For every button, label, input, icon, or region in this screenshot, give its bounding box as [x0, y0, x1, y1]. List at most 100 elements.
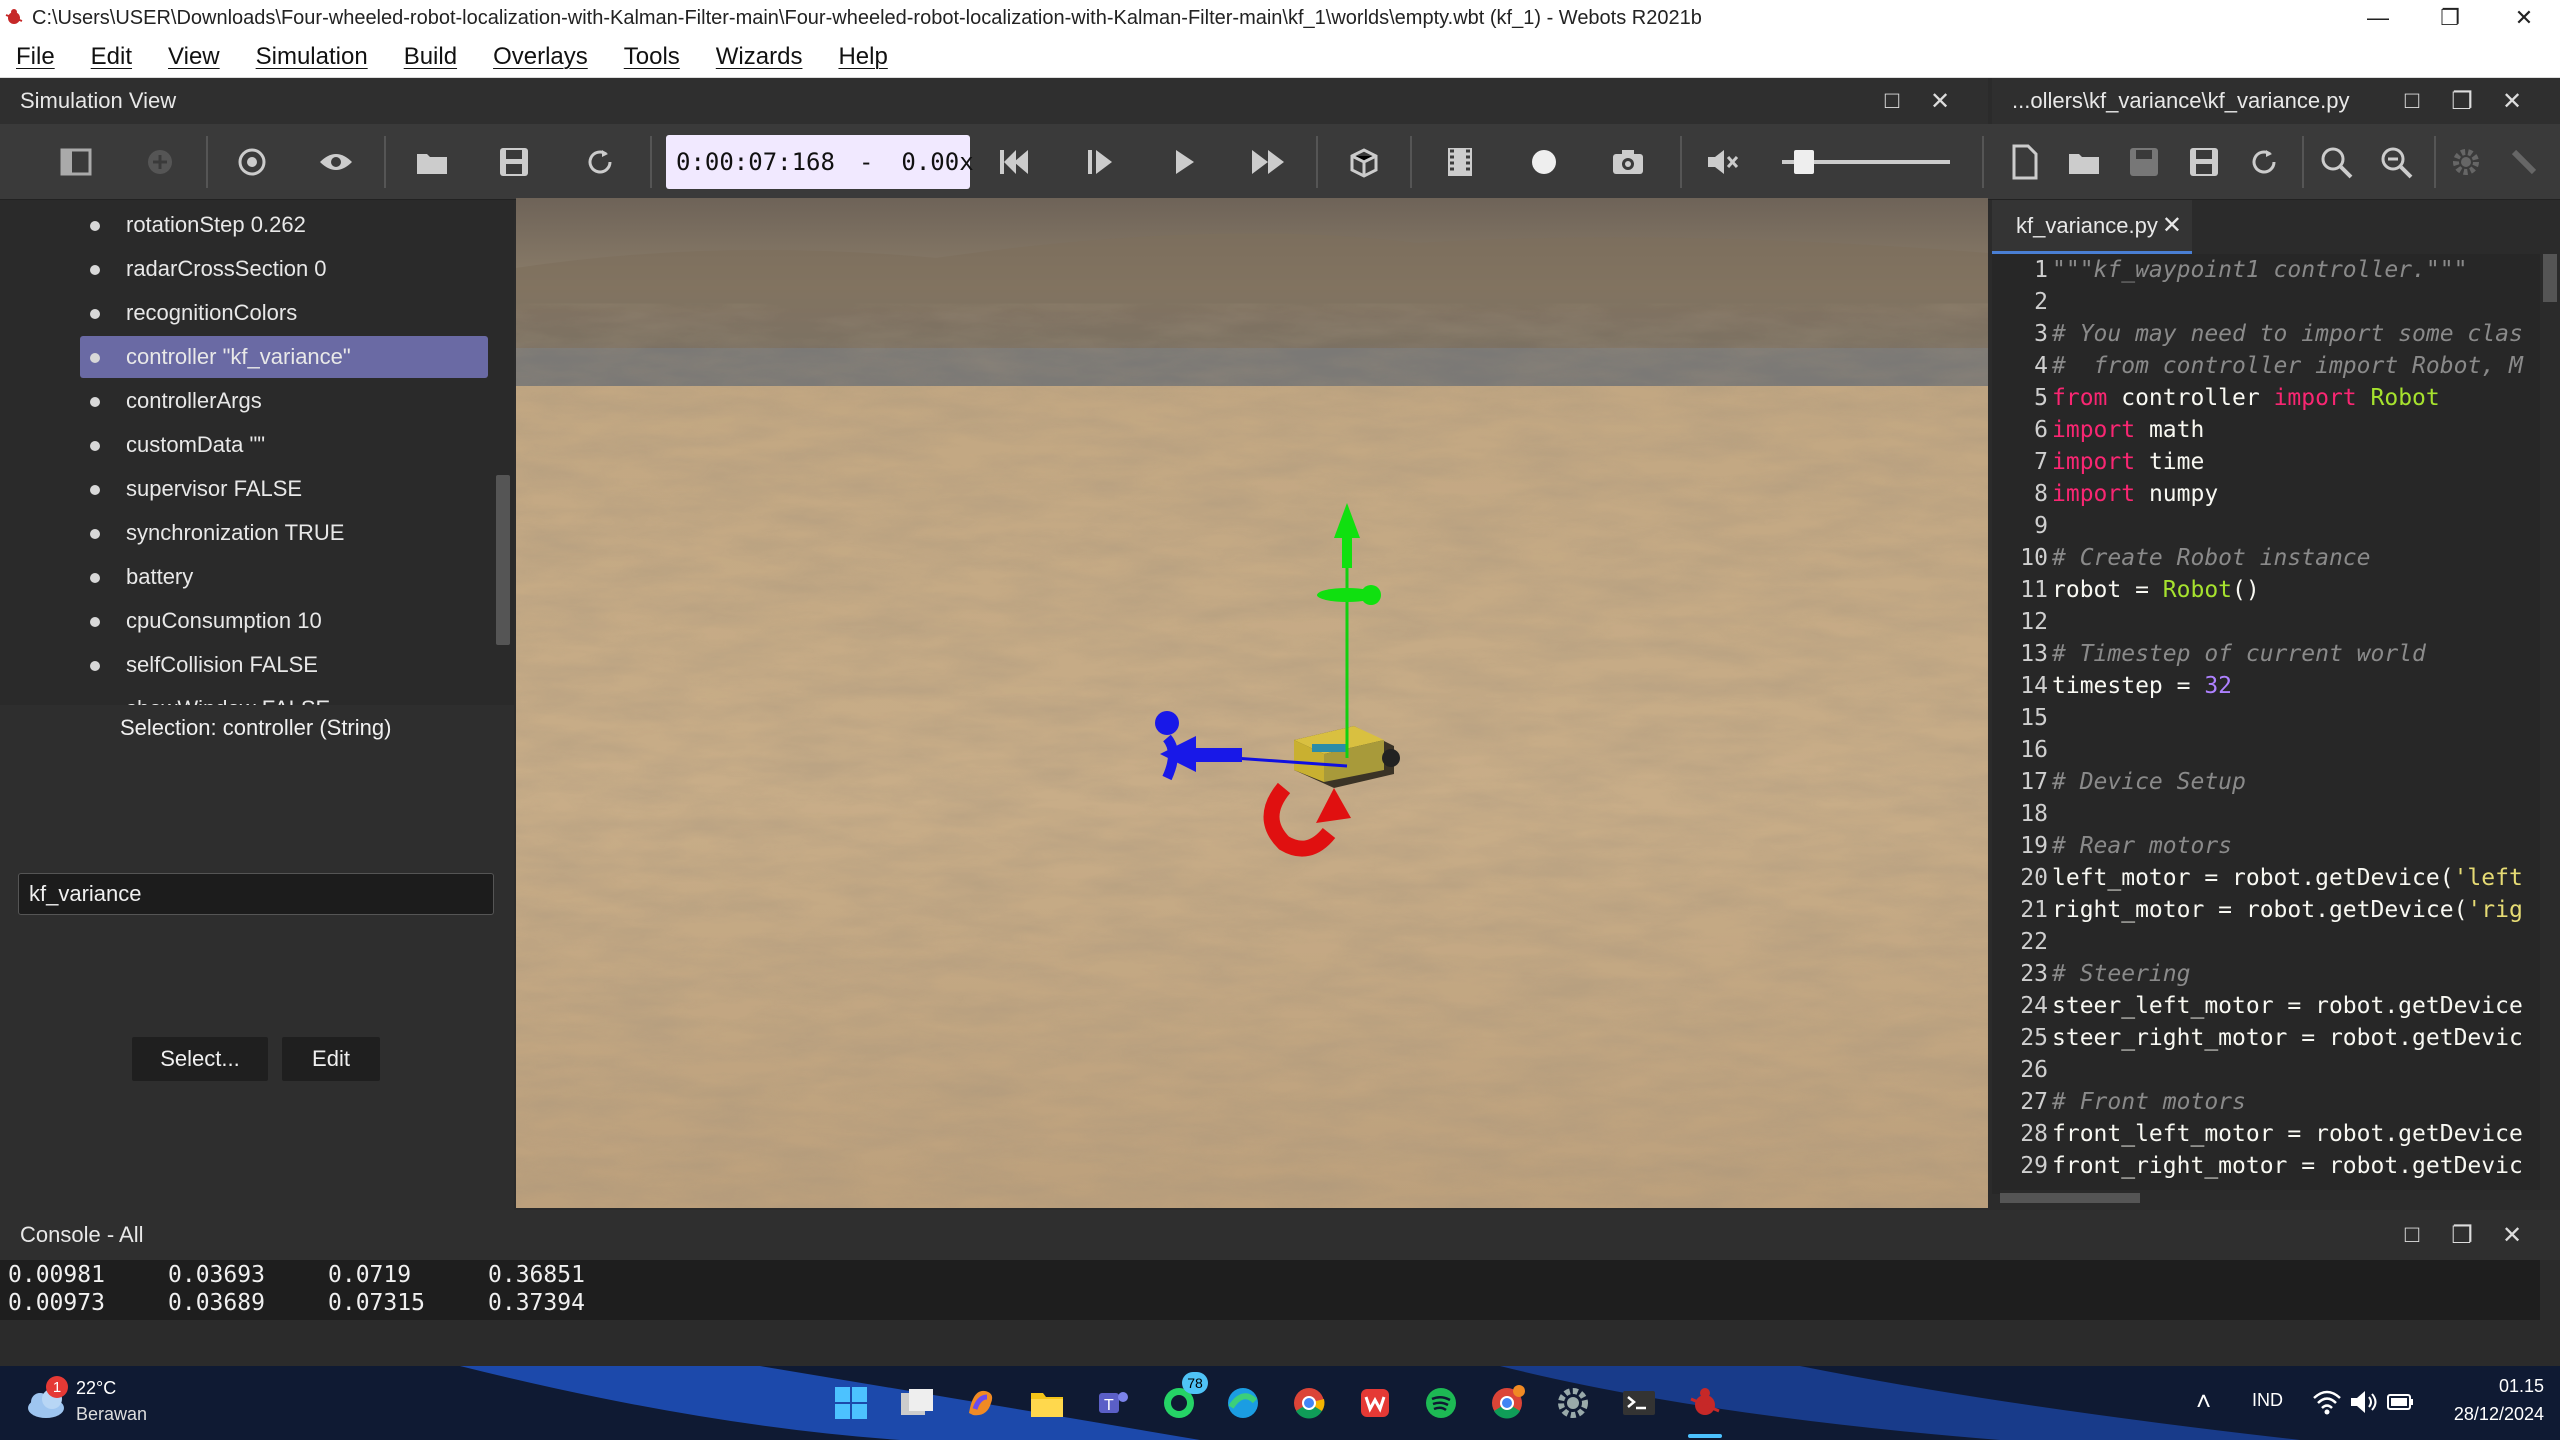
task-view-icon[interactable]: [894, 1380, 940, 1426]
chrome-icon[interactable]: [1286, 1380, 1332, 1426]
new-file-icon[interactable]: [2000, 138, 2048, 186]
float-editor-icon[interactable]: ❐: [2442, 78, 2482, 124]
select-button[interactable]: Select...: [132, 1037, 268, 1081]
save-file-icon[interactable]: [2120, 138, 2168, 186]
menu-edit[interactable]: Edit: [91, 43, 132, 71]
maximize-editor-icon[interactable]: □: [2392, 78, 2432, 124]
wifi-icon[interactable]: [2312, 1388, 2342, 1421]
whatsapp-icon[interactable]: 78: [1156, 1372, 1208, 1426]
chrome-profile-icon[interactable]: [1484, 1380, 1530, 1426]
minimize-button[interactable]: —: [2342, 0, 2414, 36]
scene-tree-item[interactable]: cpuConsumption 10: [80, 600, 488, 642]
code-area[interactable]: 1 """kf_waypoint1 controller.""" 2 3 # You m…: [1992, 254, 2540, 1194]
float-console-icon[interactable]: ❐: [2442, 1210, 2482, 1260]
console-output[interactable]: 0.00981 0.03693 0.0719 0.36851 0.00973 0.0368…: [0, 1260, 2540, 1320]
menu-view[interactable]: View: [168, 43, 220, 71]
close-editor-icon[interactable]: ✕: [2492, 78, 2532, 124]
tree-bullet-icon: [90, 573, 100, 583]
scene-tree-item[interactable]: showWindow FALSE: [80, 688, 488, 705]
teams-icon[interactable]: T: [1090, 1380, 1136, 1426]
edge-icon[interactable]: [1220, 1380, 1266, 1426]
render-toggle-icon[interactable]: [1340, 138, 1388, 186]
start-windows-icon[interactable]: [828, 1380, 874, 1426]
settings-gear-icon[interactable]: [1550, 1380, 1596, 1426]
tab-kf-variance[interactable]: kf_variance.py ✕: [1992, 200, 2192, 254]
menu-wizards[interactable]: Wizards: [716, 43, 803, 71]
scene-tree-item[interactable]: rotationStep 0.262: [80, 204, 488, 246]
scene-tree-item[interactable]: battery: [80, 556, 488, 598]
code-vertical-scrollbar[interactable]: [2540, 254, 2560, 1194]
webots-taskbar-icon[interactable]: [1682, 1380, 1728, 1426]
language-indicator[interactable]: IND: [2252, 1390, 2283, 1411]
code-scroll-thumb[interactable]: [2543, 254, 2557, 302]
clean-broom-icon[interactable]: [2500, 138, 2548, 186]
find-icon[interactable]: [2312, 138, 2360, 186]
scene-tree-item[interactable]: controllerArgs: [80, 380, 488, 422]
menu-build[interactable]: Build: [404, 43, 457, 71]
code-line: 3 # You may need to import some clas: [1992, 318, 2523, 350]
menu-help[interactable]: Help: [838, 43, 887, 71]
controller-field-input[interactable]: [18, 873, 494, 915]
scene-tree-scrollbar[interactable]: [494, 200, 512, 705]
volume-slider-handle[interactable]: [1794, 150, 1814, 174]
open-world-icon[interactable]: [408, 138, 456, 186]
scene-tree-scroll-thumb[interactable]: [496, 475, 510, 645]
maximize-console-icon[interactable]: □: [2392, 1210, 2432, 1260]
mute-sound-icon[interactable]: [1698, 138, 1746, 186]
follow-object-icon[interactable]: [228, 138, 276, 186]
spotify-icon[interactable]: [1418, 1380, 1464, 1426]
record-animation-icon[interactable]: [1520, 138, 1568, 186]
scene-tree-item[interactable]: selfCollision FALSE: [80, 644, 488, 686]
build-gear-icon[interactable]: [2442, 138, 2490, 186]
edit-button[interactable]: Edit: [282, 1037, 380, 1081]
reload-world-icon[interactable]: [576, 138, 624, 186]
restore-button[interactable]: ❐: [2414, 0, 2486, 36]
clock-time[interactable]: 01.15: [2460, 1376, 2544, 1397]
add-node-icon[interactable]: [136, 138, 184, 186]
menu-simulation[interactable]: Simulation: [256, 43, 368, 71]
close-tab-icon[interactable]: ✕: [2162, 211, 2182, 240]
clock-date[interactable]: 28/12/2024: [2420, 1404, 2544, 1425]
menu-file[interactable]: File: [16, 43, 55, 71]
weather-cloud-icon[interactable]: 1: [24, 1376, 70, 1422]
toggle-scene-tree-icon[interactable]: [52, 138, 100, 186]
3d-viewport[interactable]: [516, 198, 1988, 1208]
copilot-icon[interactable]: [958, 1380, 1004, 1426]
terminal-icon[interactable]: [1616, 1380, 1662, 1426]
scene-tree-item[interactable]: recognitionColors: [80, 292, 488, 334]
volume-icon[interactable]: [2348, 1388, 2378, 1421]
scene-tree-item[interactable]: customData "": [80, 424, 488, 466]
console-scrollbar[interactable]: [2540, 1260, 2560, 1320]
scene-tree-item[interactable]: synchronization TRUE: [80, 512, 488, 554]
code-hscroll-thumb[interactable]: [2000, 1193, 2140, 1203]
scene-tree-item[interactable]: supervisor FALSE: [80, 468, 488, 510]
menu-tools[interactable]: Tools: [624, 43, 680, 71]
step-icon[interactable]: [1076, 138, 1124, 186]
revert-file-icon[interactable]: [2240, 138, 2288, 186]
close-console-icon[interactable]: ✕: [2492, 1210, 2532, 1260]
file-explorer-icon[interactable]: [1024, 1380, 1070, 1426]
viewpoint-eye-icon[interactable]: [312, 138, 360, 186]
code-horizontal-scrollbar[interactable]: [2000, 1190, 2540, 1206]
tree-bullet-icon: [90, 353, 100, 363]
menu-overlays[interactable]: Overlays: [493, 43, 588, 71]
battery-icon[interactable]: [2386, 1388, 2416, 1421]
play-icon[interactable]: [1160, 138, 1208, 186]
close-window-button[interactable]: ✕: [2488, 0, 2560, 36]
maximize-simulation-view-icon[interactable]: □: [1872, 78, 1912, 124]
screenshot-camera-icon[interactable]: [1604, 138, 1652, 186]
scene-tree-item[interactable]: controller "kf_variance": [80, 336, 488, 378]
volume-slider[interactable]: [1782, 150, 1950, 174]
code-token: Robot: [2162, 577, 2233, 603]
reset-simulation-icon[interactable]: [990, 138, 1038, 186]
fast-forward-icon[interactable]: [1244, 138, 1292, 186]
close-simulation-view-icon[interactable]: ✕: [1920, 78, 1960, 124]
open-file-icon[interactable]: [2060, 138, 2108, 186]
record-movie-icon[interactable]: [1436, 138, 1484, 186]
replace-icon[interactable]: [2372, 138, 2420, 186]
wps-office-icon[interactable]: [1352, 1380, 1398, 1426]
save-world-icon[interactable]: [490, 138, 538, 186]
save-all-icon[interactable]: [2180, 138, 2228, 186]
show-hidden-icons-chevron-icon[interactable]: ˄: [2196, 1386, 2211, 1417]
scene-tree-item[interactable]: radarCrossSection 0: [80, 248, 488, 290]
